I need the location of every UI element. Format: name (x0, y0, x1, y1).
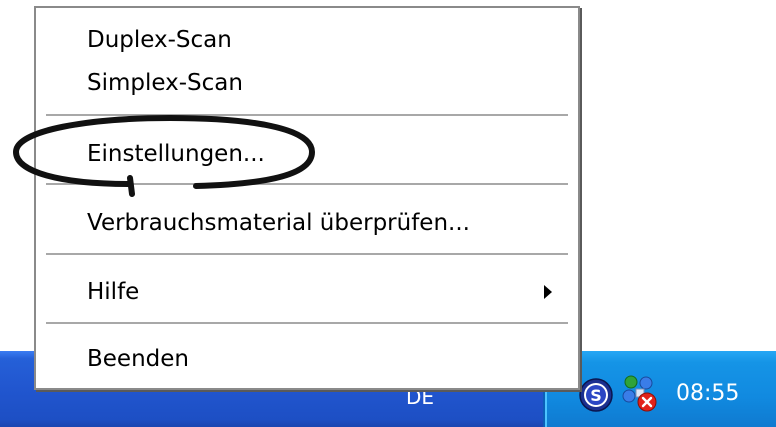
menu-item-duplex-scan[interactable]: Duplex-Scan (36, 20, 578, 60)
menu-separator (46, 114, 568, 117)
menu-item-verbrauchsmaterial[interactable]: Verbrauchsmaterial überprüfen... (36, 203, 578, 243)
scanner-s-icon[interactable]: S (578, 377, 614, 413)
menu-item-beenden[interactable]: Beenden (36, 339, 578, 379)
tray-clock[interactable]: 08:55 (676, 379, 766, 409)
menu-item-hilfe[interactable]: Hilfe (36, 272, 578, 312)
menu-item-label: Beenden (87, 346, 189, 372)
tray-context-menu: Duplex-Scan Simplex-Scan Einstellungen..… (34, 6, 580, 390)
network-connection-error-icon[interactable] (620, 373, 660, 415)
menu-item-label: Simplex-Scan (87, 70, 243, 96)
submenu-arrow-icon (544, 285, 552, 299)
menu-item-label: Einstellungen... (87, 141, 265, 167)
menu-item-label: Duplex-Scan (87, 27, 232, 53)
menu-separator (46, 183, 568, 186)
menu-item-einstellungen[interactable]: Einstellungen... (36, 134, 578, 174)
screen: DE S 08:55 Duplex-Scan Simplex-Scan Eins… (0, 0, 776, 427)
menu-item-label: Verbrauchsmaterial überprüfen... (87, 210, 470, 236)
svg-text:S: S (590, 386, 602, 405)
menu-separator (46, 253, 568, 256)
menu-item-label: Hilfe (87, 279, 140, 305)
menu-separator (46, 322, 568, 325)
menu-item-simplex-scan[interactable]: Simplex-Scan (36, 63, 578, 103)
